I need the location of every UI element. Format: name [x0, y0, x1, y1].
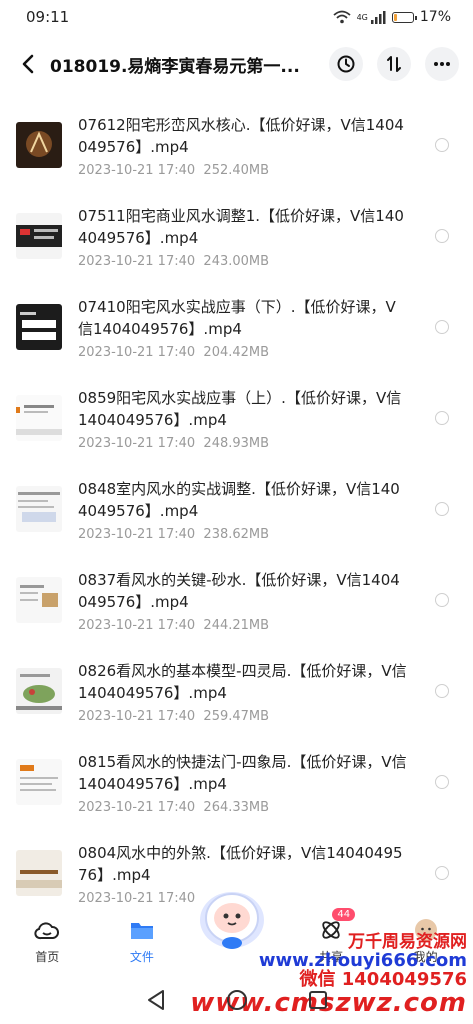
chevron-left-icon	[22, 54, 34, 74]
select-radio[interactable]	[435, 411, 449, 425]
nav-home-label: 首页	[35, 950, 60, 964]
sort-icon	[387, 56, 401, 72]
status-time: 09:11	[26, 8, 70, 26]
video-thumbnail	[16, 122, 62, 168]
file-name: 07511阳宅商业风水调整1.【低价好课，V信1404049576】.mp4	[78, 207, 404, 247]
status-icons: 4G 17%	[332, 9, 451, 25]
nav-files[interactable]: 文件	[102, 916, 182, 965]
file-date: 2023-10-21 17:40	[78, 527, 196, 542]
network-label: 4G	[356, 12, 368, 22]
file-date: 2023-10-21 17:40	[78, 618, 196, 633]
file-size: 248.93MB	[203, 436, 270, 451]
video-thumbnail	[16, 759, 62, 805]
video-thumbnail	[16, 304, 62, 350]
select-radio[interactable]	[435, 229, 449, 243]
history-button[interactable]	[329, 47, 363, 81]
video-thumbnail	[16, 213, 62, 259]
file-date: 2023-10-21 17:40	[78, 345, 196, 360]
file-row[interactable]: 0826看风水的基本模型-四灵局.【低价好课，V信1404049576】.mp4…	[0, 644, 473, 735]
battery-icon	[391, 11, 417, 23]
file-row[interactable]: 0859阳宅风水实战应事（上）.【低价好课，V信1404049576】.mp4 …	[0, 371, 473, 462]
file-name: 0837看风水的关键-砂水.【低价好课，V信1404049576】.mp4	[78, 571, 400, 611]
back-triangle-icon[interactable]	[146, 989, 166, 1011]
file-size: 204.42MB	[203, 345, 270, 360]
file-size: 238.62MB	[203, 527, 270, 542]
file-date: 2023-10-21 17:40	[78, 709, 196, 724]
select-radio[interactable]	[435, 138, 449, 152]
file-name: 0859阳宅风水实战应事（上）.【低价好课，V信1404049576】.mp4	[78, 389, 402, 429]
file-size: 252.40MB	[203, 163, 270, 178]
back-button[interactable]	[16, 52, 40, 76]
top-app-bar: 018019.易熵李寅春易元第一...	[0, 40, 473, 88]
select-radio[interactable]	[435, 593, 449, 607]
file-date: 2023-10-21 17:40	[78, 800, 196, 815]
file-name: 0848室内风水的实战调整.【低价好课，V信1404049576】.mp4	[78, 480, 400, 520]
folder-icon	[130, 923, 153, 939]
signal-icon	[370, 10, 386, 24]
more-button[interactable]	[425, 47, 459, 81]
select-radio[interactable]	[435, 866, 449, 880]
file-date: 2023-10-21 17:40	[78, 163, 196, 178]
battery-percent: 17%	[419, 9, 451, 25]
clock-icon	[337, 55, 355, 73]
file-name: 0826看风水的基本模型-四灵局.【低价好课，V信1404049576】.mp4	[78, 662, 407, 702]
wifi-icon	[332, 10, 351, 24]
video-thumbnail	[16, 486, 62, 532]
more-icon	[434, 62, 450, 66]
select-radio[interactable]	[435, 775, 449, 789]
file-date: 2023-10-21 17:40	[78, 436, 196, 451]
system-navigation-bar	[0, 976, 473, 1024]
select-radio[interactable]	[435, 320, 449, 334]
status-bar: 09:11 4G 17%	[0, 0, 473, 34]
file-size: 243.00MB	[203, 254, 270, 269]
file-date: 2023-10-21 17:40	[78, 891, 196, 906]
file-row[interactable]: 07612阳宅形峦风水核心.【低价好课，V信1404049576】.mp4 20…	[0, 98, 473, 189]
file-name: 07612阳宅形峦风水核心.【低价好课，V信1404049576】.mp4	[78, 116, 404, 156]
home-circle-icon[interactable]	[226, 989, 248, 1011]
nav-home[interactable]: 首页	[7, 916, 87, 965]
watermark-line-2: www.zhouyi666.com	[258, 949, 467, 971]
file-name: 0815看风水的快捷法门-四象局.【低价好课，V信1404049576】.mp4	[78, 753, 407, 793]
video-thumbnail	[16, 395, 62, 441]
sort-button[interactable]	[377, 47, 411, 81]
file-list: 07612阳宅形峦风水核心.【低价好课，V信1404049576】.mp4 20…	[0, 98, 473, 917]
file-name: 07410阳宅风水实战应事（下）.【低价好课，V信1404049576】.mp4	[78, 298, 396, 338]
select-radio[interactable]	[435, 684, 449, 698]
nav-files-label: 文件	[129, 950, 154, 964]
page-title: 018019.易熵李寅春易元第一...	[50, 56, 300, 77]
cloud-icon	[34, 922, 60, 940]
file-row[interactable]: 07511阳宅商业风水调整1.【低价好课，V信1404049576】.mp4 2…	[0, 189, 473, 280]
recents-square-icon[interactable]	[308, 990, 328, 1010]
file-size: 244.21MB	[203, 618, 270, 633]
file-row[interactable]: 0837看风水的关键-砂水.【低价好课，V信1404049576】.mp4 20…	[0, 553, 473, 644]
file-row[interactable]: 07410阳宅风水实战应事（下）.【低价好课，V信1404049576】.mp4…	[0, 280, 473, 371]
file-row[interactable]: 0815看风水的快捷法门-四象局.【低价好课，V信1404049576】.mp4…	[0, 735, 473, 826]
file-size: 264.33MB	[203, 800, 270, 815]
video-thumbnail	[16, 850, 62, 896]
share-badge: 44	[332, 908, 356, 921]
file-size: 259.47MB	[203, 709, 270, 724]
file-row[interactable]: 0848室内风水的实战调整.【低价好课，V信1404049576】.mp4 20…	[0, 462, 473, 553]
video-thumbnail	[16, 668, 62, 714]
select-radio[interactable]	[435, 502, 449, 516]
video-thumbnail	[16, 577, 62, 623]
file-date: 2023-10-21 17:40	[78, 254, 196, 269]
